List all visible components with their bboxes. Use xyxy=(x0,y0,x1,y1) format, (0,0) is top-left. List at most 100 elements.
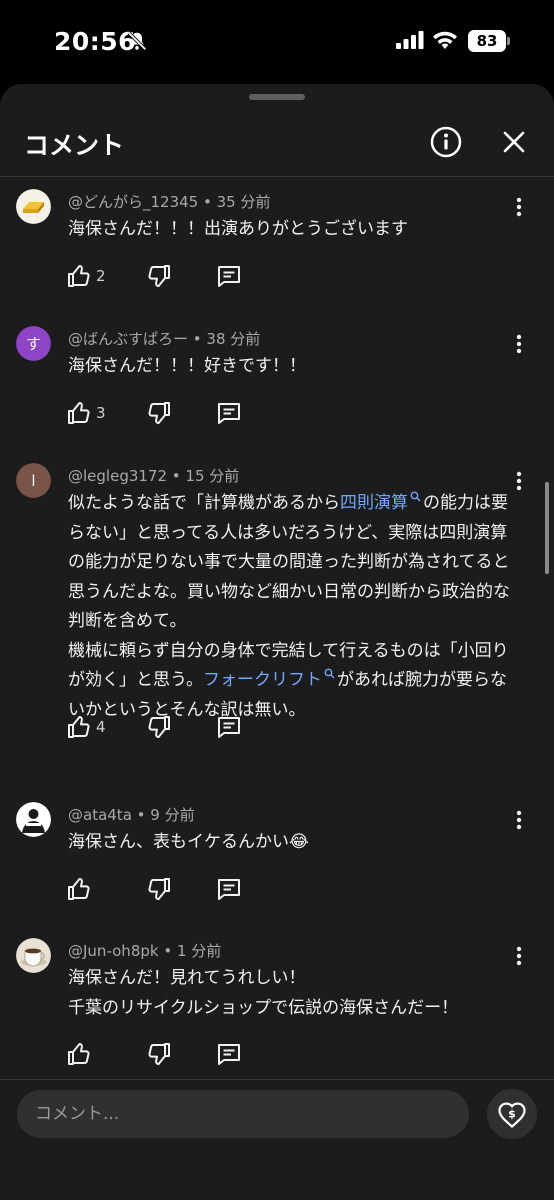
meta-separator: • xyxy=(167,467,186,485)
dislike-button[interactable] xyxy=(146,263,172,293)
comment-actions: 3 xyxy=(66,400,266,430)
comment-timestamp: 35 分前 xyxy=(216,193,271,211)
meta-separator: • xyxy=(188,330,207,348)
like-count: 3 xyxy=(96,403,106,422)
thumb-up-icon xyxy=(68,401,90,424)
comment-timestamp: 9 分前 xyxy=(150,806,195,824)
comment-timestamp: 1 分前 xyxy=(176,942,222,960)
like-button[interactable]: 2 xyxy=(66,263,106,293)
svg-text:$: $ xyxy=(508,1108,516,1121)
reply-icon xyxy=(218,1044,240,1065)
meta-separator: • xyxy=(158,942,177,960)
comment-more-button[interactable] xyxy=(513,944,525,968)
comment-more-button[interactable] xyxy=(513,195,525,219)
thumb-up-icon xyxy=(68,264,90,287)
close-button[interactable] xyxy=(500,128,528,156)
battery-indicator: 83 xyxy=(468,30,506,52)
thumb-down-icon xyxy=(148,1043,170,1066)
comment-text: 似たような話で「計算機があるから四則演算 の能力は要らない」と思ってる人は多いだろ… xyxy=(68,489,513,725)
comment-text: 海保さん、表もイケるんかい😂 xyxy=(68,828,513,858)
comment-list[interactable]: @どんがら_12345 • 35 分前海保さんだ！！！出演ありがとうございます 2… xyxy=(0,177,554,1079)
comment-input[interactable] xyxy=(17,1090,469,1138)
wifi-icon xyxy=(432,30,458,54)
comment-list-scrollbar[interactable] xyxy=(545,482,549,574)
comment-author[interactable]: @ata4ta xyxy=(68,806,132,824)
reply-icon xyxy=(218,265,240,287)
comment-actions: 4 xyxy=(66,714,266,744)
comment-text: 海保さんだ！！！好きです！！ xyxy=(68,352,513,382)
more-vert-icon xyxy=(516,810,522,830)
meta-separator: • xyxy=(131,806,151,824)
comment-text-segment: の能力は要らない」と思ってる人は多いだろうけど、実際は四則演算の能力が足りない事… xyxy=(68,493,510,690)
comment-text-segment: 海保さんだ！見れてうれしい！ 千葉のリサイクルショップで伝説の海保さんだー！ xyxy=(68,968,459,1018)
comment-more-button[interactable] xyxy=(513,808,525,832)
comment-text-segment: 海保さん、表もイケるんかい😂 xyxy=(68,832,309,852)
comments-sheet: コメント @どんがら_12345 • 35 分前海保さんだ！！！出演ありがとうご… xyxy=(0,84,554,1200)
reply-button[interactable] xyxy=(216,714,242,744)
thumb-up-icon xyxy=(68,877,90,900)
battery-tip xyxy=(507,37,510,45)
dislike-button[interactable] xyxy=(146,1041,172,1071)
comment-more-button[interactable] xyxy=(513,332,525,356)
comment-avatar[interactable]: す xyxy=(16,326,51,361)
comment-avatar[interactable] xyxy=(16,189,51,224)
dislike-button[interactable] xyxy=(146,876,172,906)
comment-avatar[interactable] xyxy=(16,938,51,973)
comment-meta: @Jun-oh8pk • 1 分前 xyxy=(68,940,221,961)
comment-timestamp: 38 分前 xyxy=(206,330,261,348)
comment-text: 海保さんだ！見れてうれしい！ 千葉のリサイクルショップで伝説の海保さんだー！ xyxy=(68,964,513,1023)
avatar-letter: l xyxy=(31,472,35,490)
thumb-up-icon xyxy=(68,1043,90,1065)
dislike-button[interactable] xyxy=(146,400,172,430)
more-vert-icon xyxy=(516,197,522,217)
reply-icon xyxy=(218,716,240,738)
super-thanks-icon: $ xyxy=(498,1102,526,1128)
reply-button[interactable] xyxy=(216,1041,242,1071)
thumb-up-icon xyxy=(68,715,90,738)
like-count: 4 xyxy=(96,717,106,736)
reply-icon xyxy=(218,402,240,424)
like-count: 2 xyxy=(96,266,106,285)
cellular-signal-icon xyxy=(396,31,424,53)
search-link[interactable]: フォークリフト xyxy=(203,670,322,690)
comment-avatar[interactable] xyxy=(16,802,51,837)
comment-timestamp: 15 分前 xyxy=(185,467,240,485)
comment-text-segment: 海保さんだ！！！出演ありがとうございます xyxy=(68,219,408,239)
like-button[interactable] xyxy=(66,1041,92,1071)
reply-button[interactable] xyxy=(216,263,242,293)
comment-more-button[interactable] xyxy=(513,469,525,493)
reply-button[interactable] xyxy=(216,400,242,430)
comment-author[interactable]: @どんがら_12345 xyxy=(68,193,198,211)
comment-meta: @legleg3172 • 15 分前 xyxy=(68,465,239,486)
status-bar: 20:56 83 xyxy=(0,0,554,84)
comment-author[interactable]: @ばんぶすぱろー xyxy=(68,330,188,348)
comment-actions: 2 xyxy=(66,263,266,293)
super-thanks-button[interactable]: $ xyxy=(487,1089,537,1139)
more-vert-icon xyxy=(516,471,522,491)
thumb-down-icon xyxy=(148,877,170,900)
comment-author[interactable]: @Jun-oh8pk xyxy=(68,942,159,960)
comment-author[interactable]: @legleg3172 xyxy=(68,467,167,485)
comment-text: 海保さんだ！！！出演ありがとうございます xyxy=(68,215,513,245)
comment-avatar[interactable]: l xyxy=(16,463,51,498)
search-link[interactable]: 四則演算 xyxy=(340,493,408,513)
sheet-title: コメント xyxy=(24,131,125,160)
avatar-letter: す xyxy=(26,335,41,353)
thumb-down-icon xyxy=(148,264,170,287)
thumb-down-icon xyxy=(148,401,170,424)
like-button[interactable]: 3 xyxy=(66,400,106,430)
comment-text-segment: 海保さんだ！！！好きです！！ xyxy=(68,356,306,376)
comment-text-segment: 似たような話で「計算機があるから xyxy=(68,493,340,513)
sheet-drag-handle[interactable] xyxy=(249,94,305,100)
info-icon xyxy=(430,126,462,158)
reply-button[interactable] xyxy=(216,876,242,906)
like-button[interactable]: 4 xyxy=(66,714,106,744)
like-button[interactable] xyxy=(66,876,92,906)
status-time: 20:56 xyxy=(54,27,137,56)
dislike-button[interactable] xyxy=(146,714,172,744)
reply-icon xyxy=(218,878,240,900)
search-link-icon xyxy=(410,491,421,502)
info-button[interactable] xyxy=(430,126,462,158)
comment-meta: @ばんぶすぱろー • 38 分前 xyxy=(68,328,260,349)
comment-meta: @ata4ta • 9 分前 xyxy=(68,804,195,825)
